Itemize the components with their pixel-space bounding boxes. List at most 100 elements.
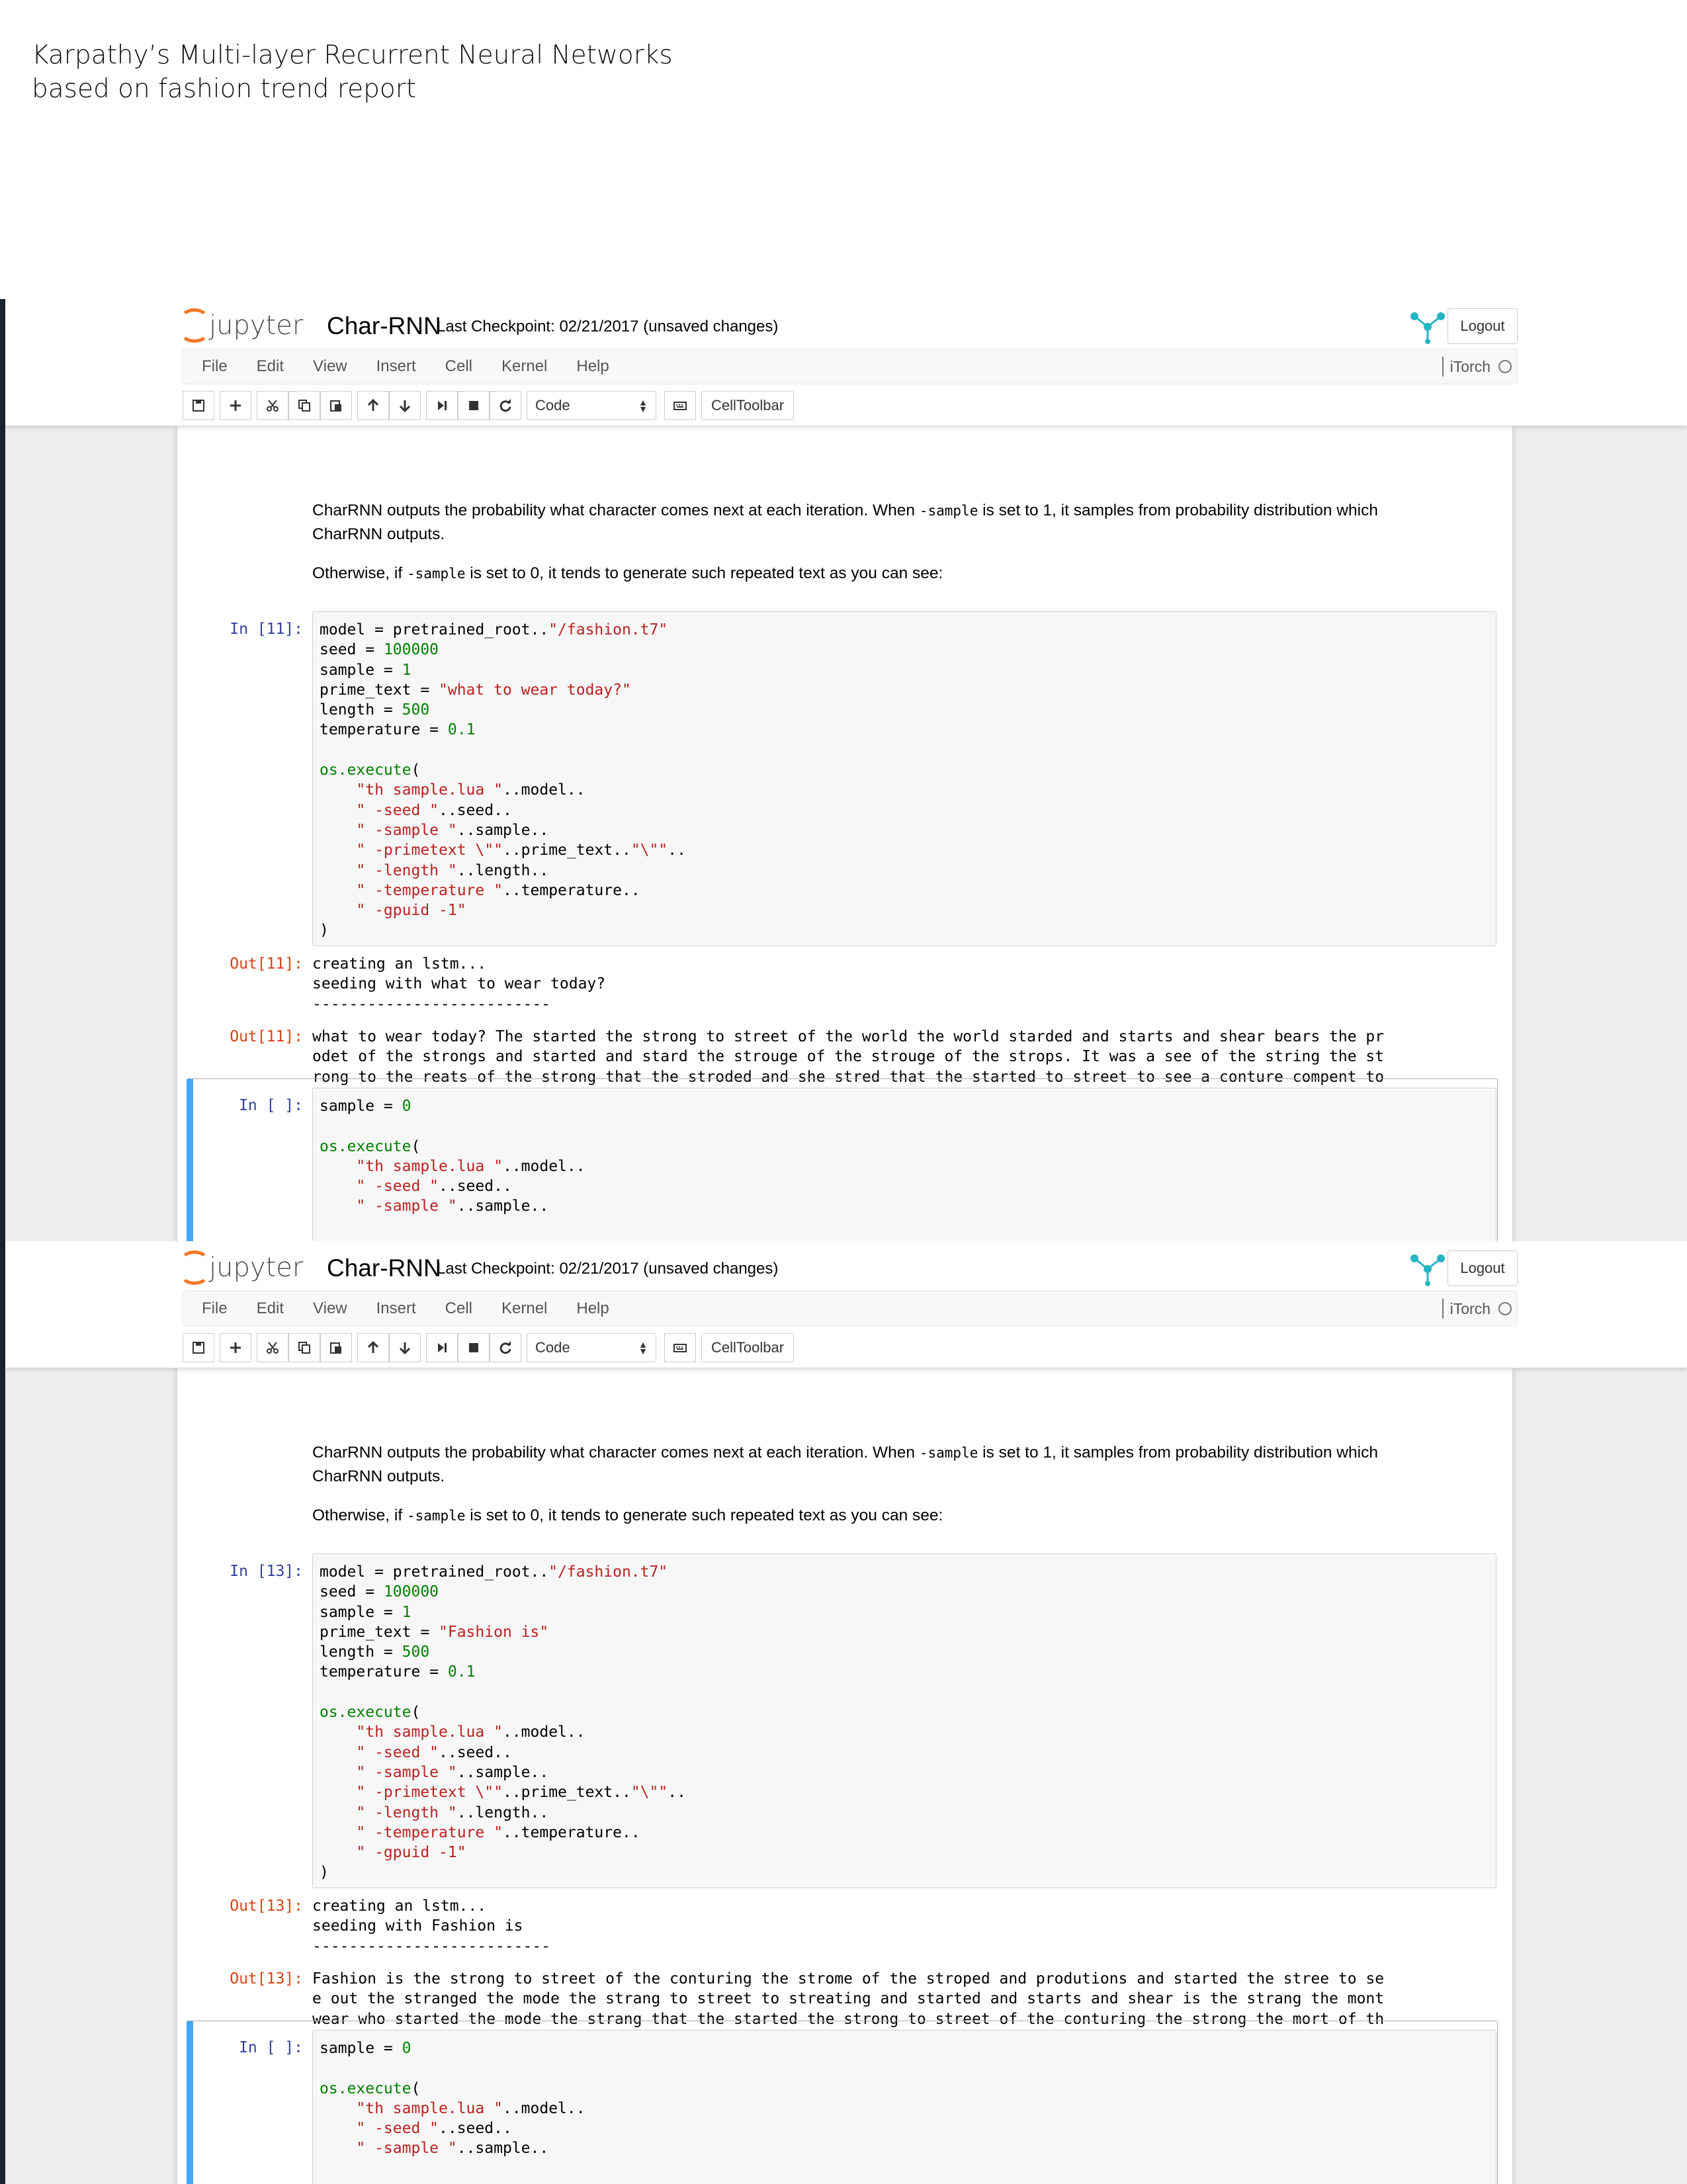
move-up-button[interactable] bbox=[357, 1333, 389, 1362]
md-code: -sample bbox=[406, 1508, 466, 1524]
md-text: is set to 0, it tends to generate such r… bbox=[465, 1507, 943, 1524]
move-down-button[interactable] bbox=[389, 391, 421, 420]
save-button[interactable] bbox=[183, 1333, 214, 1362]
paste-icon bbox=[330, 400, 341, 412]
paste-button[interactable] bbox=[320, 391, 352, 420]
menu-file[interactable]: File bbox=[183, 349, 242, 384]
arrow-down-icon bbox=[399, 400, 411, 413]
menu-insert[interactable]: Insert bbox=[362, 349, 431, 384]
cell-type-select[interactable]: Code ▲ ▼ bbox=[527, 1333, 656, 1362]
save-button[interactable] bbox=[183, 391, 214, 420]
next-code-text: sample = 0 os.execute( "th sample.lua ".… bbox=[320, 1098, 585, 1215]
keyboard-icon bbox=[673, 402, 687, 410]
save-icon bbox=[193, 1342, 204, 1354]
next-code-cell-input[interactable]: sample = 0 os.execute( "th sample.lua ".… bbox=[312, 2030, 1496, 2184]
arrow-up-icon bbox=[367, 1340, 379, 1353]
menu-kernel[interactable]: Kernel bbox=[487, 1291, 562, 1327]
run-cell-button[interactable] bbox=[426, 1333, 458, 1362]
command-palette-button[interactable] bbox=[664, 1333, 696, 1362]
jupyter-logo[interactable]: jupyter bbox=[179, 308, 303, 343]
insert-cell-button[interactable] bbox=[220, 391, 251, 420]
menu-kernel[interactable]: Kernel bbox=[487, 349, 562, 384]
kernel-indicator: iTorch bbox=[1442, 1291, 1512, 1326]
window-edge bbox=[0, 1241, 5, 2184]
notebook-toolbar: Code ▲ ▼ CellToolbar bbox=[183, 390, 1109, 421]
menu-cell[interactable]: Cell bbox=[431, 349, 487, 384]
menu-view[interactable]: View bbox=[298, 1291, 362, 1327]
notebook-title[interactable]: Char-RNN bbox=[327, 312, 441, 340]
celltoolbar-button[interactable]: CellToolbar bbox=[701, 391, 795, 420]
next-code-cell-input[interactable]: sample = 0 os.execute( "th sample.lua ".… bbox=[312, 1088, 1496, 1242]
code-cell-input[interactable]: model = pretrained_root.."/fashion.t7" s… bbox=[312, 611, 1496, 946]
step-forward-icon bbox=[438, 401, 447, 410]
notebook-header: jupyter Char-RNN Last Checkpoint: 02/21/… bbox=[5, 299, 1687, 426]
jupyter-logo-icon bbox=[179, 1250, 209, 1285]
select-arrows-icon: ▲ ▼ bbox=[638, 397, 648, 414]
command-palette-button[interactable] bbox=[664, 391, 696, 420]
menu-help[interactable]: Help bbox=[562, 1291, 623, 1327]
page-heading-line2: based on fashion trend report bbox=[32, 74, 417, 104]
input-prompt: In [13]: bbox=[230, 1563, 303, 1580]
cell-type-value: Code bbox=[535, 397, 570, 414]
output-log: creating an lstm... seeding with Fashion… bbox=[312, 1896, 1496, 1956]
menu-cell[interactable]: Cell bbox=[431, 1291, 487, 1327]
run-cell-button[interactable] bbox=[426, 391, 458, 420]
interrupt-kernel-button[interactable] bbox=[458, 1333, 490, 1362]
plus-icon bbox=[230, 1342, 241, 1353]
save-icon bbox=[193, 400, 204, 412]
restart-kernel-button[interactable] bbox=[490, 1333, 521, 1362]
select-arrows-icon: ▲ ▼ bbox=[638, 1339, 648, 1356]
notebook-toolbar: Code ▲ ▼ CellToolbar bbox=[183, 1332, 1109, 1363]
kernel-name: iTorch bbox=[1449, 357, 1491, 375]
jupyter-logo[interactable]: jupyter bbox=[179, 1250, 303, 1285]
md-code: -sample bbox=[919, 1445, 978, 1461]
menu-edit[interactable]: Edit bbox=[242, 349, 298, 384]
restart-kernel-button[interactable] bbox=[490, 391, 521, 420]
md-text: CharRNN outputs. bbox=[312, 525, 445, 543]
menu-view[interactable]: View bbox=[298, 349, 362, 384]
paste-icon bbox=[330, 1342, 341, 1354]
arrow-up-icon bbox=[367, 398, 379, 411]
menu-insert[interactable]: Insert bbox=[362, 1291, 431, 1327]
paste-button[interactable] bbox=[320, 1333, 352, 1362]
insert-cell-button[interactable] bbox=[220, 1333, 251, 1362]
menu-file[interactable]: File bbox=[183, 1291, 242, 1327]
code-text: model = pretrained_root.."/fashion.t7" s… bbox=[320, 1563, 686, 1882]
jupyter-logo-icon bbox=[179, 308, 209, 343]
copy-icon bbox=[298, 400, 310, 412]
logout-button[interactable]: Logout bbox=[1448, 1250, 1518, 1286]
md-text: CharRNN outputs the probability what cha… bbox=[312, 502, 920, 519]
itorch-kernel-logo-icon bbox=[1410, 312, 1445, 344]
markdown-paragraph-2: Otherwise, if -sample is set to 0, it te… bbox=[312, 562, 1496, 586]
cut-button[interactable] bbox=[257, 1333, 288, 1362]
refresh-icon bbox=[499, 399, 511, 412]
notebook-page: CharRNN outputs the probability what cha… bbox=[177, 426, 1512, 1242]
kernel-separator bbox=[1442, 1299, 1444, 1319]
copy-icon bbox=[298, 1342, 310, 1354]
keyboard-icon bbox=[673, 1344, 687, 1352]
kernel-name: iTorch bbox=[1449, 1299, 1491, 1317]
celltoolbar-button[interactable]: CellToolbar bbox=[701, 1333, 795, 1362]
menu-help[interactable]: Help bbox=[562, 349, 623, 384]
output-prompt-log: Out[11]: bbox=[230, 955, 303, 973]
jupyter-logo-text: jupyter bbox=[209, 1252, 304, 1283]
move-down-button[interactable] bbox=[389, 1333, 421, 1362]
cell-type-select[interactable]: Code ▲ ▼ bbox=[527, 391, 656, 420]
md-text: is set to 1, it samples from probability… bbox=[978, 1444, 1378, 1462]
kernel-idle-icon bbox=[1498, 360, 1512, 373]
copy-button[interactable] bbox=[288, 391, 320, 420]
menu-edit[interactable]: Edit bbox=[242, 1291, 298, 1327]
code-cell-input[interactable]: model = pretrained_root.."/fashion.t7" s… bbox=[312, 1553, 1496, 1888]
plus-icon bbox=[230, 400, 241, 411]
notebook-title[interactable]: Char-RNN bbox=[327, 1254, 441, 1282]
md-text: CharRNN outputs. bbox=[312, 1467, 445, 1485]
scissors-icon bbox=[267, 400, 279, 412]
interrupt-kernel-button[interactable] bbox=[458, 391, 490, 420]
move-up-button[interactable] bbox=[357, 391, 389, 420]
copy-button[interactable] bbox=[288, 1333, 320, 1362]
md-text: Otherwise, if bbox=[312, 1507, 407, 1524]
menu-bar: File Edit View Insert Cell Kernel Help i… bbox=[183, 1291, 1518, 1327]
itorch-kernel-logo-icon bbox=[1410, 1254, 1445, 1286]
logout-button[interactable]: Logout bbox=[1448, 308, 1518, 344]
cut-button[interactable] bbox=[257, 391, 288, 420]
